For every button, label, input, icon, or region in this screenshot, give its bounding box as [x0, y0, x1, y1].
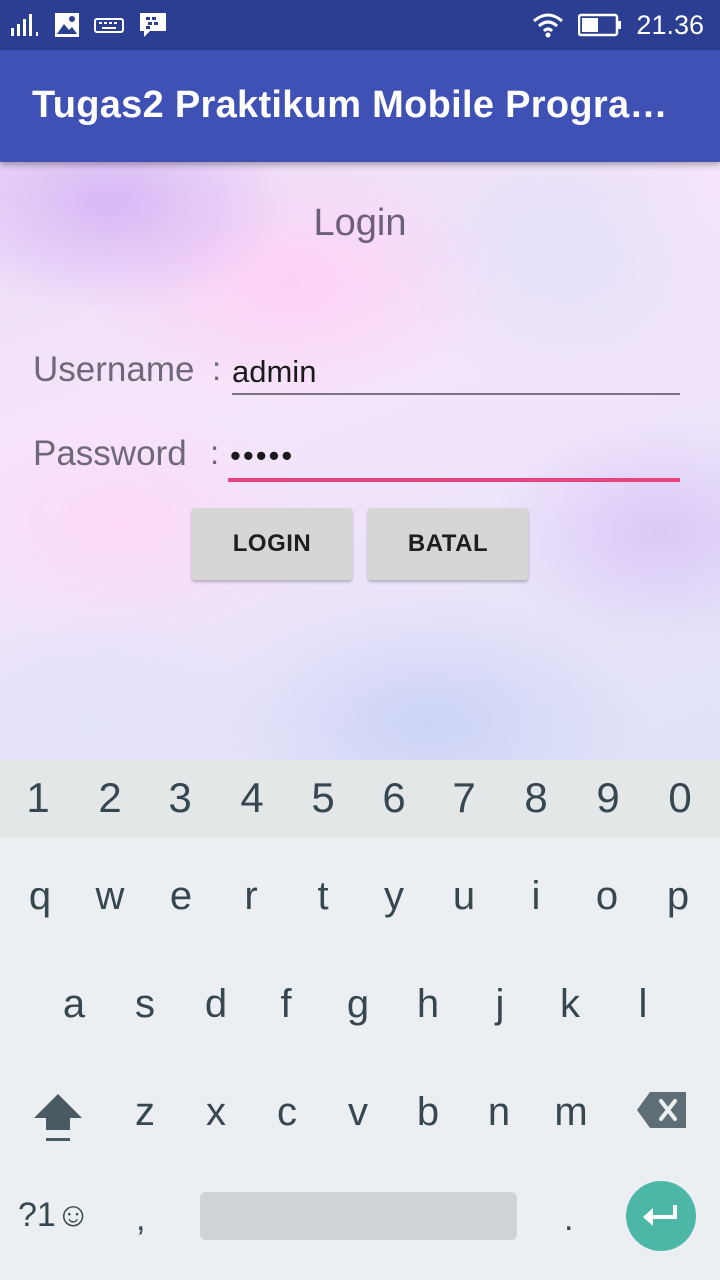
soft-keyboard: 1 2 3 4 5 6 7 8 9 0 q w e r t y u i o p …	[0, 760, 720, 1280]
backspace-icon[interactable]	[636, 1090, 688, 1130]
signal-icon	[10, 13, 40, 37]
key-u[interactable]: u	[428, 874, 500, 919]
period-key[interactable]: .	[564, 1200, 573, 1239]
key-c[interactable]: c	[251, 1090, 323, 1135]
key-0[interactable]: 0	[644, 774, 716, 822]
key-w[interactable]: w	[74, 874, 146, 919]
key-z[interactable]: z	[109, 1090, 181, 1135]
key-r[interactable]: r	[215, 874, 287, 919]
cancel-button[interactable]: BATAL	[368, 508, 528, 580]
key-a[interactable]: a	[38, 982, 110, 1027]
username-label: Username	[33, 350, 195, 389]
username-underline	[232, 393, 680, 395]
key-e[interactable]: e	[145, 874, 217, 919]
key-h[interactable]: h	[392, 982, 464, 1027]
symbols-key[interactable]: ?1☺	[18, 1196, 91, 1235]
key-9[interactable]: 9	[572, 774, 644, 822]
key-q[interactable]: q	[4, 874, 76, 919]
key-8[interactable]: 8	[500, 774, 572, 822]
status-bar: 21.36	[0, 0, 720, 50]
key-j[interactable]: j	[464, 982, 536, 1027]
username-input[interactable]	[232, 352, 680, 392]
comma-key[interactable]: ,	[136, 1200, 145, 1239]
key-o[interactable]: o	[571, 874, 643, 919]
key-l[interactable]: l	[607, 982, 679, 1027]
key-y[interactable]: y	[358, 874, 430, 919]
status-bar-left	[10, 10, 168, 40]
password-label: Password	[33, 434, 187, 473]
key-k[interactable]: k	[534, 982, 606, 1027]
key-b[interactable]: b	[392, 1090, 464, 1135]
enter-icon	[643, 1205, 677, 1226]
key-m[interactable]: m	[535, 1090, 607, 1135]
key-3[interactable]: 3	[144, 774, 216, 822]
username-colon: :	[212, 350, 222, 387]
key-2[interactable]: 2	[74, 774, 146, 822]
password-input[interactable]	[230, 436, 680, 476]
battery-icon	[578, 13, 622, 37]
key-f[interactable]: f	[250, 982, 322, 1027]
key-5[interactable]: 5	[287, 774, 359, 822]
key-1[interactable]: 1	[2, 774, 74, 822]
login-button[interactable]: LOGIN	[192, 508, 352, 580]
status-time: 21.36	[636, 9, 704, 40]
wifi-icon	[532, 12, 564, 38]
bbm-icon	[138, 11, 168, 39]
key-6[interactable]: 6	[358, 774, 430, 822]
key-7[interactable]: 7	[428, 774, 500, 822]
key-n[interactable]: n	[463, 1090, 535, 1135]
login-title: Login	[313, 202, 407, 244]
key-v[interactable]: v	[322, 1090, 394, 1135]
key-4[interactable]: 4	[216, 774, 288, 822]
password-underline	[228, 478, 680, 482]
key-p[interactable]: p	[642, 874, 714, 919]
space-key[interactable]	[200, 1192, 517, 1240]
keyboard-icon	[94, 15, 124, 35]
status-bar-right: 21.36	[532, 10, 704, 40]
app-title: Tugas2 Praktikum Mobile Progra…	[32, 84, 668, 126]
key-i[interactable]: i	[500, 874, 572, 919]
key-d[interactable]: d	[180, 982, 252, 1027]
key-x[interactable]: x	[180, 1090, 252, 1135]
shift-icon[interactable]	[30, 1090, 86, 1146]
key-t[interactable]: t	[287, 874, 359, 919]
key-s[interactable]: s	[109, 982, 181, 1027]
password-colon: :	[210, 434, 220, 471]
image-icon	[54, 12, 80, 38]
key-g[interactable]: g	[322, 982, 394, 1027]
enter-key[interactable]	[626, 1181, 696, 1251]
app-bar: Tugas2 Praktikum Mobile Progra…	[0, 50, 720, 162]
number-row: 1 2 3 4 5 6 7 8 9 0	[0, 760, 720, 838]
login-form: Login Username : Password : LOGIN BATAL	[0, 162, 720, 760]
